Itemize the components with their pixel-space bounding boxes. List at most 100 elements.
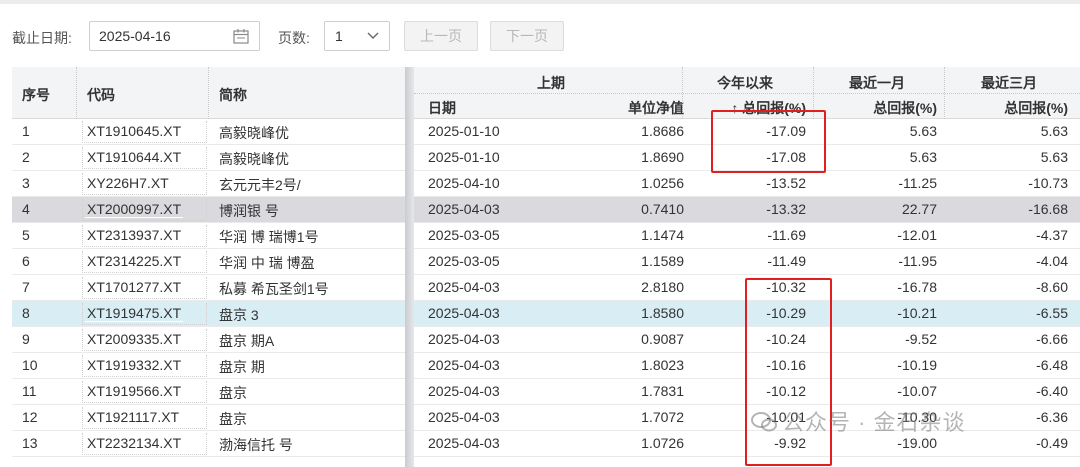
cell-name[interactable]: 盘京 xyxy=(219,383,401,403)
cell-1m-return: -16.78 xyxy=(897,279,937,295)
table-row[interactable]: 1XT1910645.XT高毅晓峰优32025-01-101.8686-17.0… xyxy=(12,119,1080,145)
cell-name[interactable]: 华润 中 瑞 博盈 xyxy=(219,253,401,273)
watermark-text: 公众号 · 金石杂谈 xyxy=(782,410,966,435)
cell-name[interactable]: 高毅晓峰优 xyxy=(219,123,401,143)
cell-code[interactable]: XT1910644.XT xyxy=(85,149,184,166)
cell-code[interactable]: XT2000997.XT xyxy=(85,201,184,218)
header-name[interactable]: 简称 xyxy=(219,85,247,105)
cell-name[interactable]: 华润 博 瑞博1号 xyxy=(219,227,401,247)
cell-name[interactable]: 私募 希瓦圣剑1号 xyxy=(219,279,401,299)
cell-1m-return: -12.01 xyxy=(897,227,937,243)
cell-seq: 1 xyxy=(22,123,30,139)
table-row[interactable]: 8XT1919475.XT盘京 302025-04-031.8580-10.29… xyxy=(12,301,1080,327)
header-date[interactable]: 日期 xyxy=(428,98,456,118)
cell-nav: 1.7831 xyxy=(641,383,684,399)
cell-date: 2025-04-03 xyxy=(428,331,500,347)
cell-code[interactable]: XT2009335.XT xyxy=(85,331,184,348)
table-row[interactable]: 9XT2009335.XT盘京 期A52025-04-030.9087-10.2… xyxy=(12,327,1080,353)
wechat-icon xyxy=(751,412,777,432)
cell-nav: 1.1589 xyxy=(641,253,684,269)
table-row[interactable]: 7XT1701277.XT私募 希瓦圣剑1号72025-04-032.8180-… xyxy=(12,275,1080,301)
cell-code[interactable]: XY226H7.XT xyxy=(85,175,171,192)
cell-code[interactable]: XT2314225.XT xyxy=(85,253,184,270)
cell-seq: 4 xyxy=(22,201,30,217)
cell-code[interactable]: XT1921117.XT xyxy=(85,409,182,426)
cell-seq: 9 xyxy=(22,331,30,347)
header-group-prev: 上期 xyxy=(537,75,565,91)
cell-date: 2025-04-03 xyxy=(428,383,500,399)
cell-nav: 0.7410 xyxy=(641,201,684,217)
cell-name[interactable]: 博润银 号 xyxy=(219,201,401,221)
cell-seq: 8 xyxy=(22,305,30,321)
cell-name[interactable]: 盘京 期A xyxy=(219,331,401,351)
cell-nav: 2.8180 xyxy=(641,279,684,295)
cell-code[interactable]: XT1910645.XT xyxy=(85,123,184,140)
prev-page-button[interactable]: 上一页 xyxy=(404,21,478,51)
cell-1m-return: -19.00 xyxy=(897,435,937,451)
cell-3m-return: -6.66 xyxy=(1036,331,1068,347)
cell-code[interactable]: XT2232134.XT xyxy=(85,435,184,452)
cell-date: 2025-04-03 xyxy=(428,279,500,295)
cell-code[interactable]: XT1919332.XT xyxy=(85,357,184,374)
cell-nav: 1.7072 xyxy=(641,409,684,425)
cell-date: 2025-04-10 xyxy=(428,175,500,191)
table-row[interactable]: 4XT2000997.XT博润银 号72025-04-030.7410-13.3… xyxy=(12,197,1080,223)
cell-1m-return: 5.63 xyxy=(909,149,937,165)
cell-code[interactable]: XT2313937.XT xyxy=(85,227,184,244)
page-select[interactable]: 1 xyxy=(324,21,390,51)
cell-name[interactable]: 盘京 xyxy=(219,409,401,429)
cell-ytd-return: -13.52 xyxy=(766,175,806,191)
cell-name[interactable]: 盘京 3 xyxy=(219,305,401,325)
header-group-3m: 最近三月 xyxy=(981,75,1037,91)
cell-3m-return: -4.04 xyxy=(1036,253,1068,269)
header-3m-return[interactable]: 总回报(%) xyxy=(962,98,1068,118)
date-value[interactable]: 2025-04-16 xyxy=(99,28,171,44)
pages-label: 页数: xyxy=(278,30,310,46)
table-row[interactable]: 10XT1919332.XT盘京 期02025-04-031.8023-10.1… xyxy=(12,353,1080,379)
cell-date: 2025-04-03 xyxy=(428,435,500,451)
next-page-button[interactable]: 下一页 xyxy=(490,21,564,51)
frozen-column-shadow xyxy=(405,67,414,467)
cell-date: 2025-04-03 xyxy=(428,201,500,217)
cell-code[interactable]: XT1919475.XT xyxy=(85,305,184,322)
header-nav[interactable]: 单位净值 xyxy=(602,98,684,118)
cell-name[interactable]: 渤海信托 号 xyxy=(219,435,401,455)
cell-name[interactable]: 高毅晓峰优 xyxy=(219,149,401,169)
table-row[interactable]: 5XT2313937.XT华润 博 瑞博1号12025-03-051.1474-… xyxy=(12,223,1080,249)
page-value[interactable]: 1 xyxy=(335,28,343,44)
cell-3m-return: -10.73 xyxy=(1028,175,1068,191)
chevron-down-icon[interactable] xyxy=(367,32,379,40)
cell-date: 2025-01-10 xyxy=(428,149,500,165)
cell-3m-return: -0.49 xyxy=(1036,435,1068,451)
table-row[interactable]: 3XY226H7.XT玄元元丰2号/52025-04-101.0256-13.5… xyxy=(12,171,1080,197)
cell-nav: 1.0256 xyxy=(641,175,684,191)
cell-1m-return: -10.19 xyxy=(897,357,937,373)
header-1m-return[interactable]: 总回报(%) xyxy=(832,98,937,118)
date-label: 截止日期: xyxy=(12,30,72,46)
cell-nav: 1.8686 xyxy=(641,123,684,139)
table-row[interactable]: 6XT2314225.XT华润 中 瑞 博盈52025-03-051.1589-… xyxy=(12,249,1080,275)
cell-date: 2025-04-03 xyxy=(428,305,500,321)
header-code[interactable]: 代码 xyxy=(87,85,115,105)
cell-seq: 2 xyxy=(22,149,30,165)
cell-date: 2025-04-03 xyxy=(428,409,500,425)
cell-seq: 5 xyxy=(22,227,30,243)
cell-seq: 7 xyxy=(22,279,30,295)
highlight-box xyxy=(745,278,832,466)
watermark: 公众号 · 金石杂谈 xyxy=(750,405,966,437)
cell-3m-return: -8.60 xyxy=(1036,279,1068,295)
cell-name[interactable]: 玄元元丰2号/ xyxy=(219,175,401,195)
calendar-icon[interactable] xyxy=(233,28,249,44)
cell-nav: 1.0726 xyxy=(641,435,684,451)
cell-name[interactable]: 盘京 期 xyxy=(219,357,401,377)
cell-code[interactable]: XT1701277.XT xyxy=(85,279,184,296)
table-row[interactable]: 11XT1919566.XT盘京02025-04-031.7831-10.12-… xyxy=(12,379,1080,405)
header-seq[interactable]: 序号 xyxy=(22,85,50,105)
date-picker[interactable]: 2025-04-16 xyxy=(89,21,260,51)
cell-seq: 6 xyxy=(22,253,30,269)
cell-3m-return: -6.36 xyxy=(1036,409,1068,425)
cell-1m-return: -11.95 xyxy=(898,253,937,269)
header-group-1m: 最近一月 xyxy=(849,75,905,91)
table-row[interactable]: 2XT1910644.XT高毅晓峰优32025-01-101.8690-17.0… xyxy=(12,145,1080,171)
cell-code[interactable]: XT1919566.XT xyxy=(85,383,184,400)
